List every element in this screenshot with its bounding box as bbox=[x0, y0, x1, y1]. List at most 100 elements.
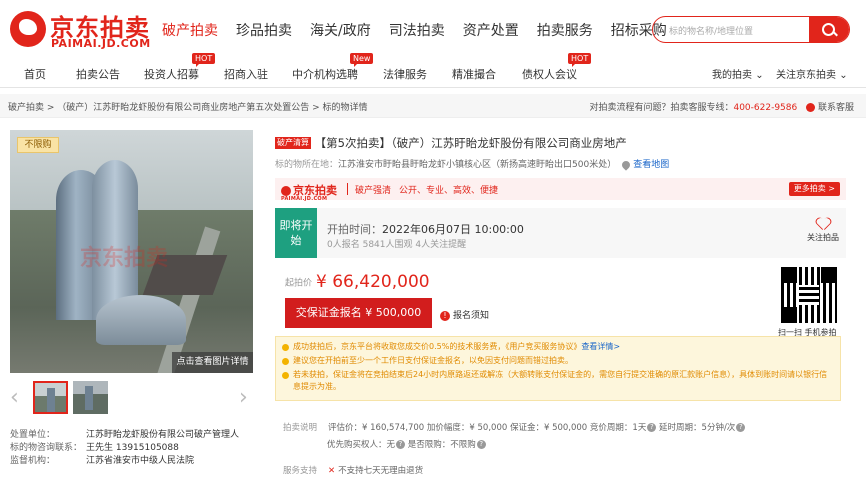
help-text: 对拍卖流程有问题？拍卖客服专线： bbox=[589, 103, 734, 113]
help-icon[interactable]: ? bbox=[647, 423, 657, 432]
location-value: 江苏淮安市盱眙县盱眙龙虾小镇核心区（新扬高速盱眙出口500米处） bbox=[338, 160, 617, 170]
price-value: ¥ 66,420,000 bbox=[316, 272, 430, 292]
view-details-link[interactable]: 查看详情> bbox=[581, 342, 620, 351]
breadcrumb[interactable]: 破产拍卖 > （破产）江苏盱眙龙虾股份有限公司商业房地产第五次处置公告 > 标的… bbox=[8, 100, 368, 113]
help-icon[interactable]: ? bbox=[736, 423, 746, 432]
status-badge: 即将开始 bbox=[275, 208, 317, 258]
service-text: 不支持七天无理由退货 bbox=[338, 466, 424, 476]
subnav-home[interactable]: 首页 bbox=[24, 66, 46, 82]
subnav-agency[interactable]: 中介机构选聘 bbox=[292, 66, 358, 82]
follow-jd-menu[interactable]: 关注京东拍卖 ⌄ bbox=[776, 66, 848, 81]
tip-item: 成功获拍后，京东平台将收取您成交价0.5%的技术服务费，《用户竞买服务协议》查看… bbox=[282, 341, 834, 353]
start-time-value: 2022年06月07日 10:00:00 bbox=[382, 223, 524, 236]
logo-en: PAIMAI.JD.COM bbox=[51, 37, 151, 50]
status-box: 即将开始 开拍时间：2022年06月07日 10:00:00 0人报名 5841… bbox=[275, 208, 846, 258]
location: 标的物所在地：江苏淮安市盱眙县盱眙龙虾小镇核心区（新扬高速盱眙出口500米处） 查… bbox=[275, 157, 669, 171]
starting-price: 起拍价 ¥ 66,420,000 bbox=[285, 272, 430, 292]
nav-service[interactable]: 拍卖服务 bbox=[537, 20, 593, 40]
pay-deposit-button[interactable]: 交保证金报名 ¥ 500,000 bbox=[285, 298, 432, 328]
chevron-left-icon[interactable]: ‹ bbox=[10, 385, 24, 411]
thumbnail[interactable] bbox=[33, 381, 68, 414]
tip-text: 成功获拍后，京东平台将收取您成交价0.5%的技术服务费，《用户竞买服务协议》 bbox=[293, 342, 582, 351]
start-time-label: 开拍时间： bbox=[327, 223, 382, 236]
price-label: 起拍价 bbox=[285, 278, 313, 289]
tip-item: 建议您在开拍前至少一个工作日支付保证金报名，以免因支付问题而错过拍卖。 bbox=[282, 355, 834, 367]
nav-treasure[interactable]: 珍品拍卖 bbox=[236, 20, 292, 40]
jd-auction-logo[interactable]: 京东拍卖 PAIMAI.JD.COM bbox=[10, 8, 150, 52]
supervisor-label: 监督机构： bbox=[10, 456, 56, 466]
customer-service-info: 对拍卖流程有问题？拍卖客服专线：400-622-9586 联系客服 bbox=[589, 100, 854, 113]
qr-code bbox=[781, 267, 837, 323]
item-title: 破产清算 【第5次拍卖】（破产）江苏盱眙龙虾股份有限公司商业房地产 bbox=[275, 135, 627, 151]
jd-dog-icon bbox=[281, 186, 291, 196]
subnav-legal[interactable]: 法律服务 bbox=[383, 66, 427, 82]
jd-dog-icon bbox=[10, 11, 46, 47]
help-icon[interactable]: ? bbox=[476, 440, 486, 449]
registration-notice-link[interactable]: ! 报名须知 bbox=[440, 308, 489, 321]
nav-customs[interactable]: 海关/政府 bbox=[310, 20, 371, 40]
follow-label: 关注拍品 bbox=[807, 233, 839, 242]
auction-info-label: 拍卖说明 bbox=[283, 423, 318, 433]
contact-label: 标的物咨询联系： bbox=[10, 443, 83, 453]
contact-value: 王先生 13915105088 bbox=[86, 443, 179, 453]
banner-slogan: 破产强清 bbox=[355, 186, 392, 196]
subnav-creditor[interactable]: 债权人会议 bbox=[522, 66, 577, 82]
service-icon bbox=[806, 103, 816, 112]
disposal-value: 江苏盱眙龙虾股份有限公司破产管理人 bbox=[86, 430, 240, 440]
start-time: 开拍时间：2022年06月07日 10:00:00 bbox=[327, 221, 524, 237]
hot-badge: HOT bbox=[192, 53, 216, 67]
divider bbox=[347, 183, 348, 195]
breadcrumb-bar: 破产拍卖 > （破产）江苏盱眙龙虾股份有限公司商业房地产第五次处置公告 > 标的… bbox=[0, 94, 866, 118]
auction-info: 拍卖说明 评估价：¥ 160,574,700 加价幅度：¥ 50,000 保证金：… bbox=[283, 421, 746, 433]
subnav-investor[interactable]: 投资人招募 bbox=[144, 66, 199, 82]
top-header: 京东拍卖 PAIMAI.JD.COM 破产拍卖 珍品拍卖 海关/政府 司法拍卖 … bbox=[0, 0, 866, 58]
more-auctions-button[interactable]: 更多拍卖 > bbox=[788, 182, 840, 196]
banner-tagline: 公开、专业、高效、便捷 bbox=[399, 186, 499, 196]
sub-nav: 首页 拍卖公告 投资人招募 HOT 招商入驻 中介机构选聘 New 法律服务 精… bbox=[0, 53, 866, 88]
location-label: 标的物所在地： bbox=[275, 160, 339, 170]
item-title-text: 【第5次拍卖】（破产）江苏盱眙龙虾股份有限公司商业房地产 bbox=[314, 136, 627, 150]
main-nav: 破产拍卖 珍品拍卖 海关/政府 司法拍卖 资产处置 拍卖服务 招标采购 bbox=[162, 20, 685, 40]
photo-dome bbox=[96, 295, 186, 345]
bankruptcy-tag: 破产清算 bbox=[275, 137, 311, 149]
main-photo[interactable]: 京东拍卖 bbox=[10, 130, 253, 373]
follow-item-button[interactable]: 关注拍品 bbox=[806, 217, 840, 243]
my-auction-menu[interactable]: 我的拍卖 ⌄ bbox=[712, 66, 764, 81]
contact-service-link[interactable]: 联系客服 bbox=[806, 103, 854, 113]
follow-jd-label: 关注京东拍卖 bbox=[776, 70, 836, 81]
disposal-label: 处置单位： bbox=[10, 430, 56, 440]
nav-bankruptcy[interactable]: 破产拍卖 bbox=[162, 20, 218, 40]
location-pin-icon bbox=[620, 158, 632, 171]
service-support: 服务支持 ✕ 不支持七天无理由退货 bbox=[283, 464, 423, 476]
view-images-button[interactable]: 点击查看图片详情 bbox=[172, 352, 253, 373]
chevron-down-icon: ⌄ bbox=[755, 70, 764, 81]
hot-badge: HOT bbox=[568, 53, 592, 67]
bid-counts: 0人报名 5841人围观 4人关注提醒 bbox=[327, 240, 467, 250]
nav-asset[interactable]: 资产处置 bbox=[463, 20, 519, 40]
hotline: 400-622-9586 bbox=[733, 103, 798, 113]
my-auction-label: 我的拍卖 bbox=[712, 70, 752, 81]
new-badge: New bbox=[350, 53, 374, 67]
subnav-merchant[interactable]: 招商入驻 bbox=[224, 66, 268, 82]
promo-banner: 京东拍卖 PAIMAI.JD.COM 破产强清 公开、专业、高效、便捷 更多拍卖 … bbox=[275, 178, 846, 202]
notice-label: 报名须知 bbox=[453, 311, 490, 321]
subnav-match[interactable]: 精准撮合 bbox=[452, 66, 496, 82]
service-label: 服务支持 bbox=[283, 466, 318, 476]
search-button[interactable] bbox=[809, 17, 849, 42]
subnav-notice[interactable]: 拍卖公告 bbox=[76, 66, 120, 82]
help-icon[interactable]: ? bbox=[396, 440, 406, 449]
thumbnail[interactable] bbox=[73, 381, 108, 414]
chevron-right-icon[interactable]: › bbox=[239, 385, 253, 411]
search-input[interactable]: 标的物名称/地理位置 bbox=[669, 24, 753, 37]
tips-box: 成功获拍后，京东平台将收取您成交价0.5%的技术服务费，《用户竞买服务协议》查看… bbox=[275, 336, 841, 401]
nav-judicial[interactable]: 司法拍卖 bbox=[389, 20, 445, 40]
thumbnail-strip: ‹ › bbox=[10, 379, 253, 419]
search-box: 标的物名称/地理位置 bbox=[652, 16, 850, 43]
auction-terms: 评估价：¥ 160,574,700 加价幅度：¥ 50,000 保证金：¥ 50… bbox=[328, 423, 647, 433]
priority-buyer: 优先购买权人：无 bbox=[327, 440, 396, 450]
auction-info-row2: 优先购买权人：无? 是否限购：不限购? bbox=[327, 438, 486, 450]
view-map-link[interactable]: 查看地图 bbox=[633, 160, 669, 170]
banner-logo: 京东拍卖 PAIMAI.JD.COM bbox=[281, 182, 337, 202]
heart-plus-icon bbox=[816, 217, 830, 229]
supervisor-value: 江苏省淮安市中级人民法院 bbox=[86, 456, 195, 466]
